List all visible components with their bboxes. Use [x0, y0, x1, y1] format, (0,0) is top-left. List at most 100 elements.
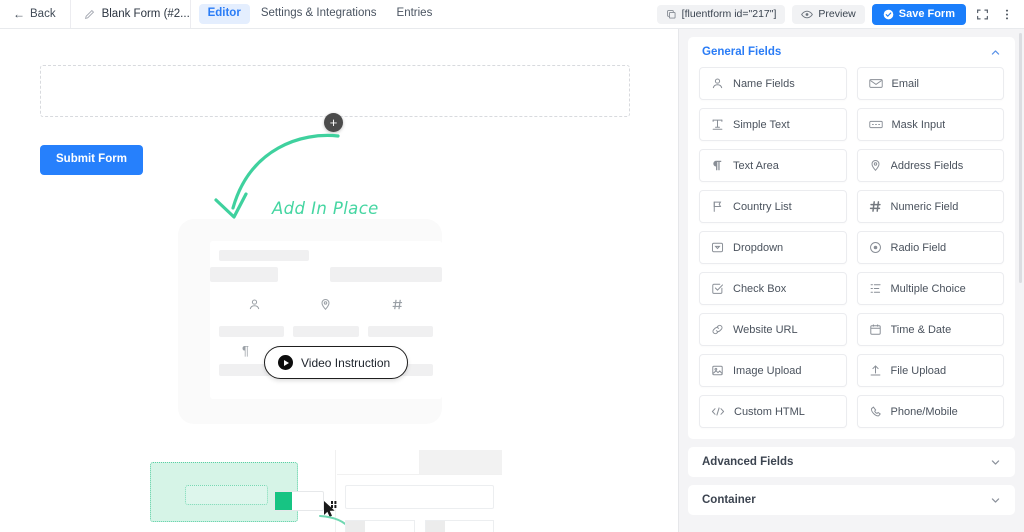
more-vertical-icon — [1001, 8, 1013, 21]
fullscreen-button[interactable] — [973, 4, 991, 24]
illustration-pair — [345, 520, 415, 532]
field-button-check-box[interactable]: Check Box — [699, 272, 847, 305]
field-label: Name Fields — [733, 78, 795, 90]
text-icon — [711, 118, 724, 131]
drag-drop-source-panel — [136, 450, 336, 532]
field-button-radio-field[interactable]: Radio Field — [857, 231, 1005, 264]
preview-button[interactable]: Preview — [792, 5, 864, 24]
eye-icon — [801, 9, 813, 20]
preview-label: Preview — [818, 9, 855, 20]
panel-container-header[interactable]: Container — [688, 485, 1015, 515]
tab-entries[interactable]: Entries — [388, 4, 442, 24]
field-label: Mask Input — [892, 119, 946, 131]
placeholder-field — [293, 326, 358, 337]
pencil-icon — [84, 9, 95, 20]
field-button-image-upload[interactable]: Image Upload — [699, 354, 847, 387]
illustration-pair-row — [345, 520, 494, 532]
placeholder-row-right — [330, 267, 442, 282]
field-button-email[interactable]: Email — [857, 67, 1005, 100]
field-label: Simple Text — [733, 119, 790, 131]
map-pin-icon — [319, 298, 332, 311]
flag-icon — [711, 200, 724, 213]
upload-icon — [869, 364, 882, 377]
illustration-input-row — [345, 485, 494, 509]
phone-icon — [869, 405, 882, 418]
form-name-label: Blank Form (#2... — [102, 8, 190, 20]
form-preview-illustration: ¶ — [178, 219, 442, 424]
preview-icon-row — [219, 298, 433, 311]
editor-body: Submit Form + Add In Place — [0, 29, 1024, 532]
dragged-field-swatch — [275, 492, 292, 510]
field-label: Website URL — [733, 324, 798, 336]
sidebar-scrollbar[interactable] — [1019, 33, 1022, 283]
field-button-name-fields[interactable]: Name Fields — [699, 67, 847, 100]
form-canvas[interactable]: Submit Form + Add In Place — [0, 29, 678, 532]
illustration-pair-lead — [426, 521, 445, 532]
field-button-time-date[interactable]: Time & Date — [857, 313, 1005, 346]
form-name-button[interactable]: Blank Form (#2... — [71, 0, 191, 28]
header-tabs: Editor Settings & Integrations Entries — [191, 0, 442, 28]
save-form-label: Save Form — [899, 9, 955, 20]
preview-field-row — [219, 326, 433, 337]
field-button-simple-text[interactable]: Simple Text — [699, 108, 847, 141]
placeholder-field — [368, 326, 433, 337]
empty-dropzone[interactable] — [40, 65, 630, 117]
tab-editor[interactable]: Editor — [199, 4, 250, 24]
tab-settings-integrations[interactable]: Settings & Integrations — [252, 4, 386, 24]
preview-location-icon-cell — [290, 298, 361, 311]
field-button-country-list[interactable]: Country List — [699, 190, 847, 223]
preview-user-icon-cell — [219, 298, 290, 311]
field-label: File Upload — [891, 365, 947, 377]
field-label: Check Box — [733, 283, 786, 295]
video-instruction-button[interactable]: Video Instruction — [264, 346, 408, 379]
field-button-multiple-choice[interactable]: Multiple Choice — [857, 272, 1005, 305]
field-button-custom-html[interactable]: Custom HTML — [699, 395, 847, 428]
map-pin-icon — [869, 159, 882, 172]
more-options-button[interactable] — [998, 4, 1016, 24]
field-button-file-upload[interactable]: File Upload — [857, 354, 1005, 387]
illustration-pair — [425, 520, 495, 532]
field-button-mask-input[interactable]: Mask Input — [857, 108, 1005, 141]
fullscreen-icon — [976, 8, 989, 21]
panel-general-fields: General Fields Name Fields Email — [688, 37, 1015, 439]
illustration-pair-lead — [346, 521, 365, 532]
illustration-tab-inactive — [420, 450, 502, 474]
field-button-dropdown[interactable]: Dropdown — [699, 231, 847, 264]
add-field-button[interactable]: + — [324, 113, 343, 132]
field-label: Country List — [733, 201, 792, 213]
submit-form-button[interactable]: Submit Form — [40, 145, 143, 175]
field-label: Numeric Field — [891, 201, 959, 213]
field-button-phone-mobile[interactable]: Phone/Mobile — [857, 395, 1005, 428]
illustration-tabs — [337, 450, 502, 475]
dragged-field-chip — [274, 491, 324, 511]
field-label: Dropdown — [733, 242, 783, 254]
field-button-numeric-field[interactable]: Numeric Field — [857, 190, 1005, 223]
add-in-place-label: Add In Place — [272, 199, 379, 218]
panel-general-fields-header[interactable]: General Fields — [688, 37, 1015, 67]
panel-advanced-fields: Advanced Fields — [688, 447, 1015, 477]
field-button-address-fields[interactable]: Address Fields — [857, 149, 1005, 182]
chevron-down-icon — [990, 47, 1001, 58]
video-instruction-label: Video Instruction — [301, 356, 390, 370]
email-icon — [869, 77, 883, 90]
illustration-tab-active — [337, 450, 420, 474]
shortcode-chip[interactable]: [fluentform id="217"] — [657, 5, 786, 24]
placeholder-title-bar — [219, 250, 309, 261]
checkbox-icon — [711, 282, 724, 295]
top-header: ← Back Blank Form (#2... Editor Settings… — [0, 0, 1024, 29]
field-button-text-area[interactable]: Text Area — [699, 149, 847, 182]
fields-sidebar[interactable]: General Fields Name Fields Email — [678, 29, 1024, 532]
shortcode-text: [fluentform id="217"] — [682, 9, 777, 20]
panel-advanced-fields-header[interactable]: Advanced Fields — [688, 447, 1015, 477]
calendar-icon — [869, 323, 882, 336]
user-icon — [248, 298, 261, 311]
field-label: Radio Field — [891, 242, 947, 254]
play-icon — [278, 355, 293, 370]
back-arrow-icon: ← — [13, 8, 25, 20]
drag-drop-illustration — [136, 450, 502, 532]
list-icon — [869, 282, 882, 295]
field-button-website-url[interactable]: Website URL — [699, 313, 847, 346]
save-form-button[interactable]: Save Form — [872, 4, 966, 25]
back-button[interactable]: ← Back — [0, 0, 71, 28]
drag-drop-target-panel — [337, 450, 502, 532]
